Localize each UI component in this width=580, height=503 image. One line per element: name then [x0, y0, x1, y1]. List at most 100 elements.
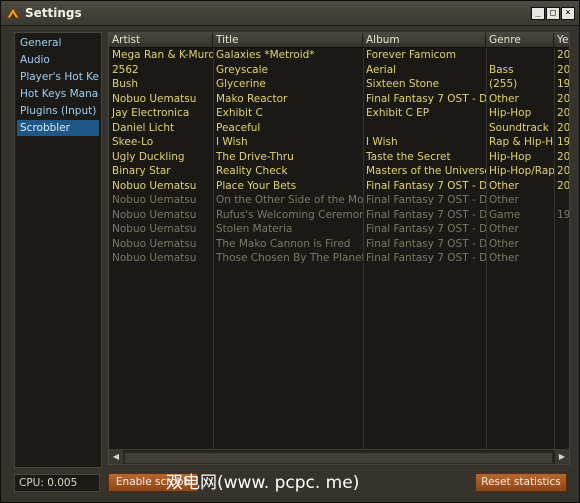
sidebar-item-audio[interactable]: Audio — [17, 52, 99, 68]
cell-artist: Nobuo Uematsu — [112, 208, 197, 221]
cell-title: On the Other Side of the Mountain — [216, 194, 363, 206]
cell-genre: Soundtrack — [489, 121, 549, 134]
column-header-year[interactable]: Ye — [554, 33, 569, 47]
scrobble-table: Artist Title Album Genre Ye Mega Ran & K… — [108, 32, 570, 465]
cell-year — [554, 193, 569, 208]
cell-album: Final Fantasy 7 OST - Disk 3 — [366, 179, 486, 192]
maximize-button[interactable]: □ — [546, 7, 560, 20]
cell-artist: Nobuo Uematsu — [112, 223, 197, 235]
cell-artist: Nobuo Uematsu — [112, 194, 197, 206]
cell-genre: Other — [489, 237, 519, 250]
settings-nav: General Audio Player's Hot Keys Hot Keys… — [14, 32, 102, 468]
cell-album: Final Fantasy 7 OST - Disk 3 — [366, 252, 486, 264]
table-row[interactable]: Nobuo Uematsu On the Other Side of the Mo… — [109, 193, 569, 208]
cell-year: 20 — [557, 63, 569, 76]
cell-title: The Drive-Thru — [216, 150, 294, 163]
cell-album: Final Fantasy 7 OST - Disk 4 — [366, 194, 486, 206]
cell-artist: Skee-Lo — [112, 136, 154, 148]
horizontal-scrollbar[interactable]: ◀ ▶ — [109, 449, 569, 464]
cell-genre: Other — [489, 194, 519, 206]
cell-year: 20 — [557, 49, 569, 61]
cell-year: 19 — [557, 136, 569, 148]
table-row[interactable]: Ugly Duckling The Drive-Thru Taste the Sec… — [109, 150, 569, 165]
cell-year — [554, 222, 569, 237]
cell-genre: Other — [489, 179, 519, 192]
title-bar[interactable]: Settings _ □ × — [1, 1, 579, 26]
cell-album: Taste the Secret — [366, 150, 451, 163]
cell-title: Rufus's Welcoming Ceremony — [216, 208, 363, 221]
cell-album: I Wish — [366, 136, 398, 148]
sidebar-item-scrobbler[interactable]: Scrobbler — [17, 120, 99, 136]
cell-year — [554, 251, 569, 266]
table-row[interactable]: Bush Glycerine Sixteen Stone (255) 19 — [109, 77, 569, 92]
cell-title: Galaxies *Metroid* — [216, 49, 315, 61]
sidebar-item-hot-keys-manager[interactable]: Hot Keys Manager — [17, 86, 99, 102]
cell-artist: Mega Ran & K-Murdock — [112, 49, 213, 61]
cell-genre: Hip-Hop — [489, 150, 532, 163]
cell-title: I Wish — [216, 136, 248, 148]
table-row[interactable]: Nobuo Uematsu Mako Reactor Final Fantasy 7… — [109, 92, 569, 107]
cell-title: Reality Check — [216, 165, 288, 177]
cell-artist: Jay Electronica — [112, 107, 190, 119]
table-row[interactable]: Nobuo Uematsu Those Chosen By The Planet F… — [109, 251, 569, 266]
column-header-title[interactable]: Title — [213, 33, 363, 47]
scrollbar-thumb[interactable] — [124, 452, 553, 464]
sidebar-item-plugins-input[interactable]: Plugins (Input) — [17, 103, 99, 119]
cell-year: 19 — [557, 78, 569, 90]
cell-title: The Mako Cannon is Fired — [216, 237, 351, 250]
cell-title: Exhibit C — [216, 107, 263, 119]
cell-album: Exhibit C EP — [366, 107, 430, 119]
table-row[interactable]: Daniel Licht Peaceful Soundtrack 20 — [109, 121, 569, 136]
cell-title: Peaceful — [216, 121, 261, 134]
cell-year: 20 — [557, 107, 569, 119]
cell-title: Glycerine — [216, 78, 266, 90]
close-button[interactable]: × — [561, 7, 575, 20]
cell-album: Masters of the Universe — [366, 165, 486, 177]
table-row[interactable]: 2562 Greyscale Aerial Bass 20 — [109, 63, 569, 78]
cell-album: Final Fantasy 7 OST - Disk 1 — [366, 92, 486, 105]
cell-artist: Ugly Duckling — [112, 150, 185, 163]
table-row[interactable]: Nobuo Uematsu Rufus's Welcoming Ceremony F… — [109, 208, 569, 223]
cell-artist: Bush — [112, 78, 138, 90]
cell-year: 19 — [557, 208, 569, 221]
table-row[interactable]: Skee-Lo I Wish I Wish Rap & Hip-Hop19 — [109, 135, 569, 150]
table-row[interactable]: Jay Electronica Exhibit C Exhibit C EP Hip-… — [109, 106, 569, 121]
table-row[interactable]: Binary Star Reality Check Masters of the U… — [109, 164, 569, 179]
column-header-genre[interactable]: Genre — [486, 33, 554, 47]
cell-artist: Nobuo Uematsu — [112, 237, 197, 250]
cell-album: Final Fantasy 7 OST - Disk 3 — [366, 223, 486, 235]
scroll-left-arrow-icon[interactable]: ◀ — [109, 450, 123, 464]
aimp-logo-icon — [6, 7, 20, 19]
cell-genre: Other — [489, 223, 519, 235]
sidebar-item-general[interactable]: General — [17, 35, 99, 51]
cell-title: Stolen Materia — [216, 223, 293, 235]
cell-year: 20 — [557, 150, 569, 163]
cell-album — [363, 121, 486, 136]
table-row[interactable]: Nobuo Uematsu Stolen Materia Final Fantasy… — [109, 222, 569, 237]
cell-year — [554, 237, 569, 252]
cell-title: Mako Reactor — [216, 92, 288, 105]
cell-artist: Nobuo Uematsu — [112, 252, 197, 264]
cell-title: Greyscale — [216, 63, 268, 76]
cell-album: Forever Famicom — [366, 49, 457, 61]
column-header-artist[interactable]: Artist — [109, 33, 213, 47]
minimize-button[interactable]: _ — [531, 7, 545, 20]
scroll-right-arrow-icon[interactable]: ▶ — [555, 450, 569, 464]
cell-album: Aerial — [366, 63, 397, 76]
settings-window: Settings _ □ × General Audio Player's Ho… — [0, 0, 580, 503]
table-row[interactable]: Nobuo Uematsu The Mako Cannon is Fired Fin… — [109, 237, 569, 252]
reset-statistics-button[interactable]: Reset statistics — [475, 473, 567, 492]
cell-genre: Rap & Hip-Hop — [489, 136, 554, 148]
cell-genre: (255) — [489, 78, 518, 90]
cell-artist: Nobuo Uematsu — [112, 179, 197, 192]
column-header-album[interactable]: Album — [363, 33, 486, 47]
table-row[interactable]: Nobuo Uematsu Place Your Bets Final Fantas… — [109, 179, 569, 194]
cell-genre: Hip-Hop — [489, 107, 532, 119]
sidebar-item-players-hot-keys[interactable]: Player's Hot Keys — [17, 69, 99, 85]
cell-year: 20 — [557, 165, 569, 177]
table-row[interactable]: Mega Ran & K-MurdockGalaxies *Metroid* Fo… — [109, 48, 569, 63]
cell-artist: Nobuo Uematsu — [112, 92, 197, 105]
cpu-usage: CPU: 0.005 — [14, 474, 100, 492]
cell-album: Final Fantasy 7 OST - Disk 2 — [366, 208, 486, 221]
cell-genre: Other — [489, 252, 519, 264]
